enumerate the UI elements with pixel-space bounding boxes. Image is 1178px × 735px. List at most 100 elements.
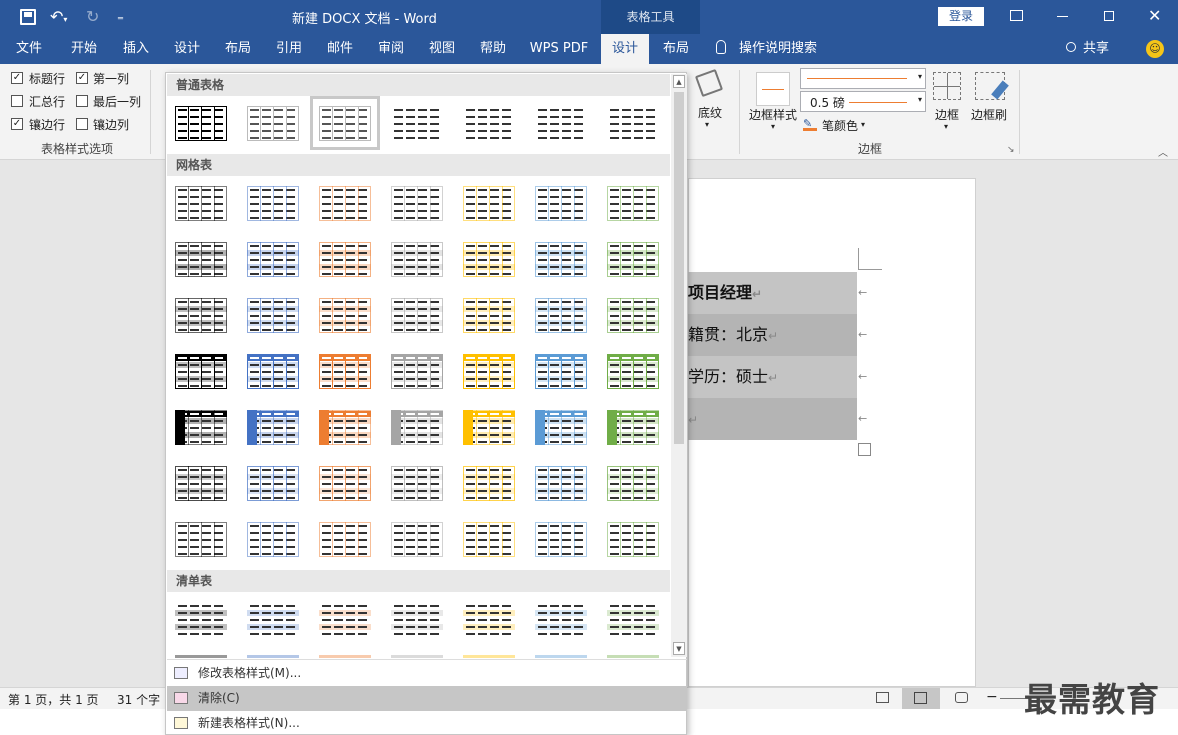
zoom-out-icon[interactable]: − <box>986 689 998 705</box>
table-style-thumbnail-partial[interactable] <box>247 655 299 658</box>
table-style-thumbnail[interactable] <box>605 463 661 503</box>
table-style-thumbnail[interactable] <box>245 463 301 503</box>
last-column-checkbox[interactable] <box>76 95 88 107</box>
banded-columns-checkbox[interactable] <box>76 118 88 130</box>
table-style-thumbnail[interactable] <box>389 295 445 335</box>
table-style-thumbnail[interactable] <box>245 183 301 223</box>
table-style-thumbnail[interactable] <box>533 519 589 559</box>
tab-mailings[interactable]: 邮件 <box>316 34 364 64</box>
table-style-thumbnail[interactable] <box>533 183 589 223</box>
shading-label[interactable]: 底纹 <box>698 104 722 121</box>
table-style-thumbnail[interactable] <box>461 103 517 143</box>
table-style-thumbnail[interactable] <box>461 351 517 391</box>
table-style-thumbnail[interactable] <box>310 96 380 150</box>
table-style-thumbnail-partial[interactable] <box>607 655 659 658</box>
shading-dropdown-icon[interactable]: ▾ <box>705 120 709 129</box>
table-style-thumbnail[interactable] <box>173 599 229 639</box>
table-style-thumbnail[interactable] <box>173 183 229 223</box>
table-style-thumbnail[interactable] <box>173 351 229 391</box>
share-button[interactable]: 共享 <box>1078 34 1114 64</box>
table-style-thumbnail[interactable] <box>317 519 373 559</box>
clear-table-style-item[interactable]: 清除(C) <box>167 686 687 711</box>
table-style-thumbnail[interactable] <box>245 239 301 279</box>
table-style-thumbnail[interactable] <box>533 599 589 639</box>
table-style-thumbnail[interactable] <box>317 239 373 279</box>
table-style-thumbnail[interactable] <box>317 295 373 335</box>
table-style-thumbnail[interactable] <box>389 103 445 143</box>
table-style-thumbnail[interactable] <box>173 239 229 279</box>
save-icon[interactable] <box>20 9 36 25</box>
tab-file[interactable]: 文件 <box>6 34 52 64</box>
border-styles-icon[interactable] <box>756 72 790 106</box>
border-styles-label[interactable]: 边框样式 <box>749 106 797 123</box>
tab-insert[interactable]: 插入 <box>112 34 160 64</box>
table-style-thumbnail[interactable] <box>389 351 445 391</box>
web-layout-icon[interactable] <box>955 692 968 703</box>
scroll-down-icon[interactable]: ▼ <box>673 642 685 655</box>
login-button[interactable]: 登录 <box>938 7 984 26</box>
table-row[interactable]: 项目经理↵ <box>688 272 857 314</box>
new-table-style-item[interactable]: 新建表格样式(N)... <box>167 711 687 735</box>
pen-weight-select[interactable]: 0.5 磅 ▾ <box>800 91 926 112</box>
table-style-thumbnail-partial[interactable] <box>391 655 443 658</box>
border-painter-icon[interactable] <box>975 72 1009 100</box>
table-style-thumbnail[interactable] <box>389 407 445 447</box>
table-style-thumbnail[interactable] <box>173 103 229 143</box>
table-style-thumbnail[interactable] <box>533 239 589 279</box>
table-style-thumbnail[interactable] <box>173 295 229 335</box>
tab-design[interactable]: 设计 <box>163 34 211 64</box>
maximize-icon[interactable] <box>1104 11 1114 21</box>
table-style-thumbnail[interactable] <box>173 519 229 559</box>
word-count[interactable]: 31 个字 <box>117 691 160 708</box>
table-style-thumbnail[interactable] <box>173 407 229 447</box>
table-style-thumbnail[interactable] <box>461 183 517 223</box>
table-style-thumbnail[interactable] <box>461 295 517 335</box>
table-style-thumbnail[interactable] <box>461 599 517 639</box>
table-style-thumbnail[interactable] <box>605 183 661 223</box>
table-style-thumbnail-partial[interactable] <box>535 655 587 658</box>
paint-bucket-icon[interactable] <box>694 68 724 98</box>
tab-wps-pdf[interactable]: WPS PDF <box>522 34 596 64</box>
table-style-thumbnail-partial[interactable] <box>319 655 371 658</box>
dialog-launcher-icon[interactable]: ↘ <box>1007 145 1015 155</box>
table-style-thumbnail[interactable] <box>317 351 373 391</box>
scroll-up-icon[interactable]: ▲ <box>673 75 685 88</box>
table-style-thumbnail[interactable] <box>389 463 445 503</box>
tab-references[interactable]: 引用 <box>265 34 313 64</box>
tab-review[interactable]: 审阅 <box>367 34 415 64</box>
table-style-thumbnail-partial[interactable] <box>175 655 227 658</box>
tab-layout[interactable]: 布局 <box>214 34 262 64</box>
pen-color-icon[interactable]: ✎ <box>803 117 817 131</box>
table-style-thumbnail[interactable] <box>461 239 517 279</box>
customize-qat-icon[interactable]: ‗ <box>118 9 123 20</box>
table-move-corner[interactable] <box>858 248 882 270</box>
tab-help[interactable]: 帮助 <box>469 34 517 64</box>
table-style-thumbnail[interactable] <box>317 599 373 639</box>
table-style-thumbnail[interactable] <box>389 183 445 223</box>
scroll-thumb[interactable] <box>674 92 684 444</box>
table-row[interactable]: 籍贯：北京↵ <box>688 314 857 356</box>
table-resize-handle[interactable] <box>858 443 871 456</box>
pen-color-dropdown-icon[interactable]: ▾ <box>861 120 865 129</box>
table-style-thumbnail[interactable] <box>461 463 517 503</box>
tab-home[interactable]: 开始 <box>60 34 108 64</box>
minimize-icon[interactable] <box>1057 16 1068 17</box>
close-icon[interactable]: ✕ <box>1148 6 1161 25</box>
header-row-checkbox[interactable]: ✓ <box>11 72 23 84</box>
first-column-checkbox[interactable]: ✓ <box>76 72 88 84</box>
redo-icon[interactable]: ↻ <box>86 7 99 26</box>
table-style-thumbnail[interactable] <box>605 295 661 335</box>
border-styles-dropdown-icon[interactable]: ▾ <box>771 122 775 131</box>
border-painter-label[interactable]: 边框刷 <box>971 106 1007 123</box>
borders-dropdown-icon[interactable]: ▾ <box>944 122 948 131</box>
table-style-thumbnail[interactable] <box>245 351 301 391</box>
undo-icon[interactable]: ↶▾ <box>50 7 67 26</box>
line-style-select[interactable]: ▾ <box>800 68 926 89</box>
table-style-thumbnail-partial[interactable] <box>463 655 515 658</box>
table-style-thumbnail[interactable] <box>533 407 589 447</box>
table-style-thumbnail[interactable] <box>605 599 661 639</box>
table-row[interactable]: ↵ <box>688 398 857 440</box>
table-style-thumbnail[interactable] <box>605 239 661 279</box>
table-style-thumbnail[interactable] <box>533 103 589 143</box>
smiley-icon[interactable]: ☺ <box>1146 40 1164 58</box>
